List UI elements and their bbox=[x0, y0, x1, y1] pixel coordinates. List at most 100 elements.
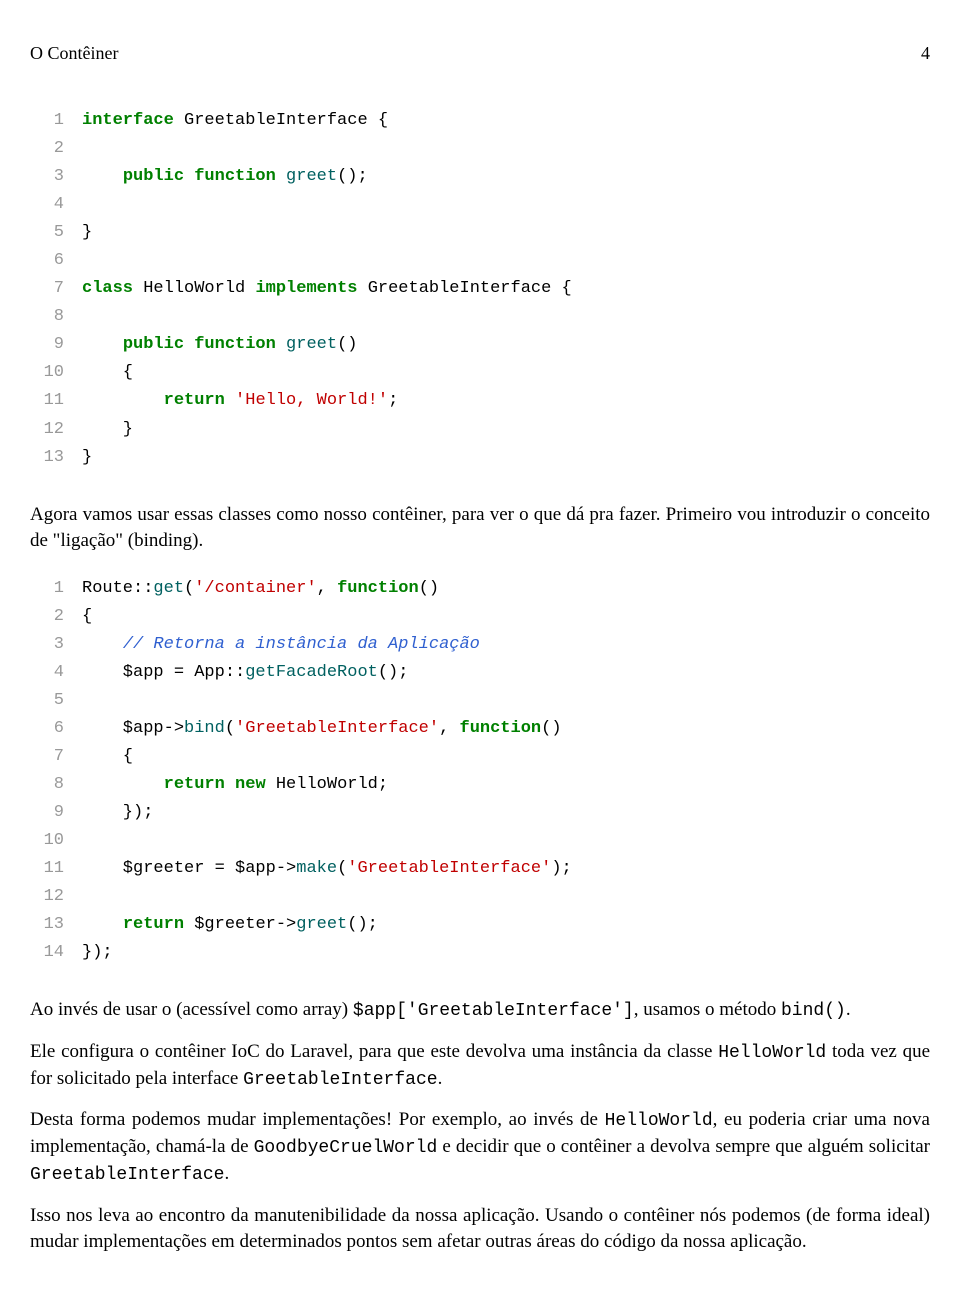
code-content: $greeter = $app->make('GreetableInterfac… bbox=[82, 855, 930, 883]
code-line: 5 bbox=[30, 687, 930, 715]
text: e decidir que o contêiner a devolva semp… bbox=[437, 1136, 930, 1157]
code-line: 9 public function greet() bbox=[30, 331, 930, 359]
line-number: 8 bbox=[30, 771, 82, 799]
code-content: }); bbox=[82, 799, 930, 827]
line-number: 2 bbox=[30, 135, 82, 163]
line-number: 14 bbox=[30, 939, 82, 967]
line-number: 9 bbox=[30, 799, 82, 827]
paragraph-2: Ao invés de usar o (acessível como array… bbox=[30, 997, 930, 1024]
inline-code: GoodbyeCruelWorld bbox=[254, 1138, 438, 1158]
line-number: 7 bbox=[30, 275, 82, 303]
code-content: public function greet(); bbox=[82, 163, 930, 191]
line-number: 4 bbox=[30, 659, 82, 687]
line-number: 1 bbox=[30, 575, 82, 603]
code-line: 4 bbox=[30, 191, 930, 219]
line-number: 1 bbox=[30, 107, 82, 135]
line-number: 3 bbox=[30, 631, 82, 659]
line-number: 4 bbox=[30, 191, 82, 219]
code-content: $app->bind('GreetableInterface', functio… bbox=[82, 715, 930, 743]
text: Ao invés de usar o (acessível como array… bbox=[30, 999, 353, 1020]
code-line: 8 bbox=[30, 303, 930, 331]
line-number: 2 bbox=[30, 603, 82, 631]
line-number: 13 bbox=[30, 911, 82, 939]
code-line: 10 bbox=[30, 827, 930, 855]
code-content: } bbox=[82, 219, 930, 247]
line-number: 7 bbox=[30, 743, 82, 771]
code-line: 1interface GreetableInterface { bbox=[30, 107, 930, 135]
code-line: 5} bbox=[30, 219, 930, 247]
code-line: 1Route::get('/container', function() bbox=[30, 575, 930, 603]
chapter-title: O Contêiner bbox=[30, 40, 118, 67]
inline-code: $app['GreetableInterface'] bbox=[353, 1001, 634, 1021]
code-content: Route::get('/container', function() bbox=[82, 575, 930, 603]
code-line: 12 bbox=[30, 883, 930, 911]
code-line: 7class HelloWorld implements GreetableIn… bbox=[30, 275, 930, 303]
paragraph-5: Isso nos leva ao encontro da manutenibil… bbox=[30, 1203, 930, 1256]
line-number: 11 bbox=[30, 855, 82, 883]
code-line: 6 $app->bind('GreetableInterface', funct… bbox=[30, 715, 930, 743]
paragraph-3: Ele configura o contêiner IoC do Laravel… bbox=[30, 1039, 930, 1093]
code-line: 8 return new HelloWorld; bbox=[30, 771, 930, 799]
line-number: 13 bbox=[30, 444, 82, 472]
code-line: 3 public function greet(); bbox=[30, 163, 930, 191]
code-content bbox=[82, 883, 930, 911]
code-content: return $greeter->greet(); bbox=[82, 911, 930, 939]
line-number: 5 bbox=[30, 687, 82, 715]
text: Ele configura o contêiner IoC do Laravel… bbox=[30, 1041, 718, 1062]
code-line: 3 // Retorna a instância da Aplicação bbox=[30, 631, 930, 659]
text: . bbox=[438, 1068, 443, 1089]
code-line: 2{ bbox=[30, 603, 930, 631]
code-line: 9 }); bbox=[30, 799, 930, 827]
line-number: 6 bbox=[30, 247, 82, 275]
line-number: 12 bbox=[30, 416, 82, 444]
text: . bbox=[224, 1163, 229, 1184]
code-line: 2 bbox=[30, 135, 930, 163]
text: . bbox=[846, 999, 851, 1020]
inline-code: bind() bbox=[781, 1001, 846, 1021]
line-number: 12 bbox=[30, 883, 82, 911]
code-content: interface GreetableInterface { bbox=[82, 107, 930, 135]
code-content: $app = App::getFacadeRoot(); bbox=[82, 659, 930, 687]
code-content: public function greet() bbox=[82, 331, 930, 359]
line-number: 10 bbox=[30, 359, 82, 387]
code-block-2: 1Route::get('/container', function()2{3 … bbox=[30, 575, 930, 968]
code-content: class HelloWorld implements GreetableInt… bbox=[82, 275, 930, 303]
code-line: 13} bbox=[30, 444, 930, 472]
line-number: 8 bbox=[30, 303, 82, 331]
code-content: { bbox=[82, 603, 930, 631]
code-content: return 'Hello, World!'; bbox=[82, 387, 930, 415]
code-content: } bbox=[82, 416, 930, 444]
code-content: { bbox=[82, 743, 930, 771]
inline-code: HelloWorld bbox=[605, 1111, 713, 1131]
line-number: 3 bbox=[30, 163, 82, 191]
text: , usamos o método bbox=[634, 999, 781, 1020]
code-content: { bbox=[82, 359, 930, 387]
code-content bbox=[82, 827, 930, 855]
code-content bbox=[82, 135, 930, 163]
line-number: 10 bbox=[30, 827, 82, 855]
line-number: 9 bbox=[30, 331, 82, 359]
page-header: O Contêiner 4 bbox=[30, 40, 930, 67]
inline-code: HelloWorld bbox=[718, 1043, 826, 1063]
inline-code: GreetableInterface bbox=[30, 1165, 224, 1185]
code-content bbox=[82, 687, 930, 715]
line-number: 5 bbox=[30, 219, 82, 247]
code-content: } bbox=[82, 444, 930, 472]
code-content: }); bbox=[82, 939, 930, 967]
code-line: 11 $greeter = $app->make('GreetableInter… bbox=[30, 855, 930, 883]
code-line: 6 bbox=[30, 247, 930, 275]
code-content: return new HelloWorld; bbox=[82, 771, 930, 799]
code-content bbox=[82, 191, 930, 219]
code-line: 4 $app = App::getFacadeRoot(); bbox=[30, 659, 930, 687]
code-line: 14}); bbox=[30, 939, 930, 967]
paragraph-1: Agora vamos usar essas classes como noss… bbox=[30, 502, 930, 555]
code-content bbox=[82, 303, 930, 331]
line-number: 6 bbox=[30, 715, 82, 743]
paragraph-4: Desta forma podemos mudar implementações… bbox=[30, 1107, 930, 1189]
code-block-1: 1interface GreetableInterface {23 public… bbox=[30, 107, 930, 472]
code-line: 11 return 'Hello, World!'; bbox=[30, 387, 930, 415]
page-number: 4 bbox=[921, 40, 930, 67]
code-line: 12 } bbox=[30, 416, 930, 444]
inline-code: GreetableInterface bbox=[243, 1070, 437, 1090]
text: Desta forma podemos mudar implementações… bbox=[30, 1109, 605, 1130]
